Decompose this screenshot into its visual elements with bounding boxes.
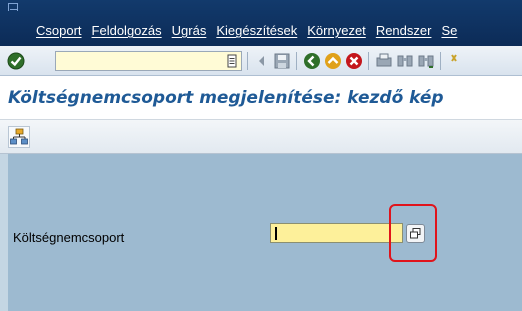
menu-item-rendszer[interactable]: Rendszer	[376, 23, 432, 38]
page-title: Költségnemcsoport megjelenítése: kezdő k…	[8, 88, 444, 108]
enter-icon[interactable]	[6, 51, 26, 71]
menu-item-segitseg[interactable]: Se	[441, 23, 457, 38]
toolbar-separator	[296, 52, 297, 70]
cancel-icon[interactable]	[345, 52, 363, 70]
print-icon[interactable]	[375, 52, 393, 70]
highlight-annotation	[389, 204, 437, 262]
command-field[interactable]	[55, 51, 242, 71]
back-icon[interactable]	[303, 52, 321, 70]
menu-item-kornyezet[interactable]: Környezet	[307, 23, 366, 38]
menu-items: Csoport Feldolgozás Ugrás Kiegészítések …	[36, 23, 467, 38]
toolbar-separator	[247, 52, 248, 70]
toolbar-separator	[440, 52, 441, 70]
exit-icon[interactable]	[324, 52, 342, 70]
content-area: Költségnemcsoport	[0, 154, 522, 311]
menu-item-kiegeszitesek[interactable]: Kiegészítések	[216, 23, 297, 38]
menu-bar: Csoport Feldolgozás Ugrás Kiegészítések …	[0, 0, 522, 46]
content-left-edge	[0, 154, 8, 311]
menu-item-ugras[interactable]: Ugrás	[172, 23, 207, 38]
application-toolbar	[0, 119, 522, 154]
cost-element-group-field[interactable]	[270, 223, 403, 243]
find-icon[interactable]	[396, 52, 414, 70]
standard-toolbar	[0, 46, 522, 76]
dropdown-icon[interactable]	[227, 54, 237, 68]
hierarchy-button[interactable]	[8, 126, 30, 148]
menu-item-csoport[interactable]: Csoport	[36, 23, 82, 38]
hierarchy-icon	[10, 128, 28, 145]
cost-element-group-label: Költségnemcsoport	[13, 230, 125, 245]
command-input[interactable]	[56, 52, 216, 70]
find-next-icon[interactable]	[417, 52, 435, 70]
settings-icon[interactable]	[447, 52, 465, 70]
cost-element-group-input[interactable]	[271, 224, 402, 242]
title-bar: Költségnemcsoport megjelenítése: kezdő k…	[0, 77, 522, 119]
back-arrow-icon[interactable]	[253, 52, 271, 70]
menu-item-feldolgozas[interactable]: Feldolgozás	[92, 23, 162, 38]
toolbar-separator	[368, 52, 369, 70]
save-icon[interactable]	[273, 52, 291, 70]
system-menu-icon[interactable]	[6, 1, 22, 17]
